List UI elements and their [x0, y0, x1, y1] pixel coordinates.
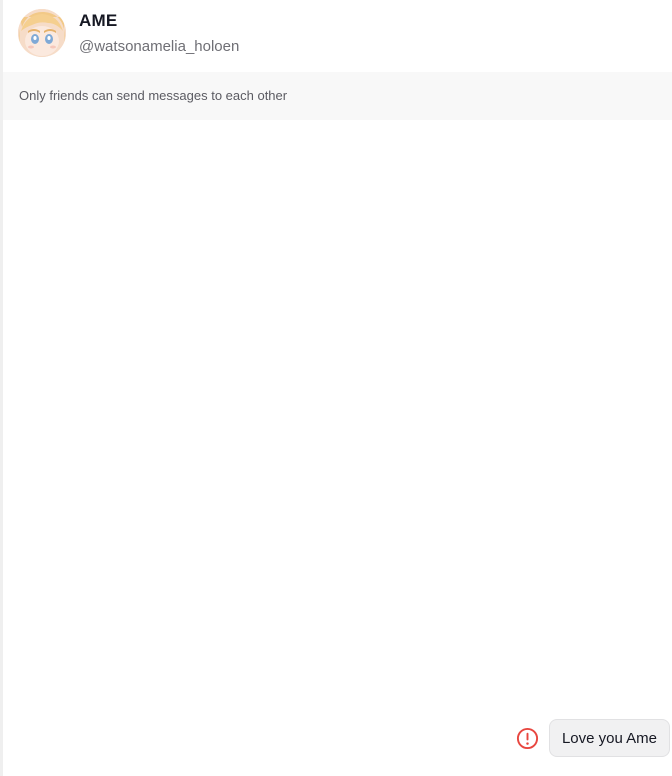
message-row: Love you Ame — [516, 719, 672, 757]
notice-text: Only friends can send messages to each o… — [19, 88, 288, 103]
chat-window: AME @watsonamelia_holoen Only friends ca… — [0, 0, 672, 776]
display-name[interactable]: AME — [79, 11, 117, 31]
message-list[interactable]: Love you Ame — [3, 120, 672, 776]
message-bubble[interactable]: Love you Ame — [548, 719, 670, 757]
chat-header: AME @watsonamelia_holoen — [3, 0, 672, 72]
error-icon[interactable] — [516, 726, 540, 750]
notice-bar: Only friends can send messages to each o… — [3, 72, 672, 120]
user-avatar-icon[interactable] — [18, 9, 66, 57]
username[interactable]: @watsonamelia_holoen — [79, 38, 239, 55]
